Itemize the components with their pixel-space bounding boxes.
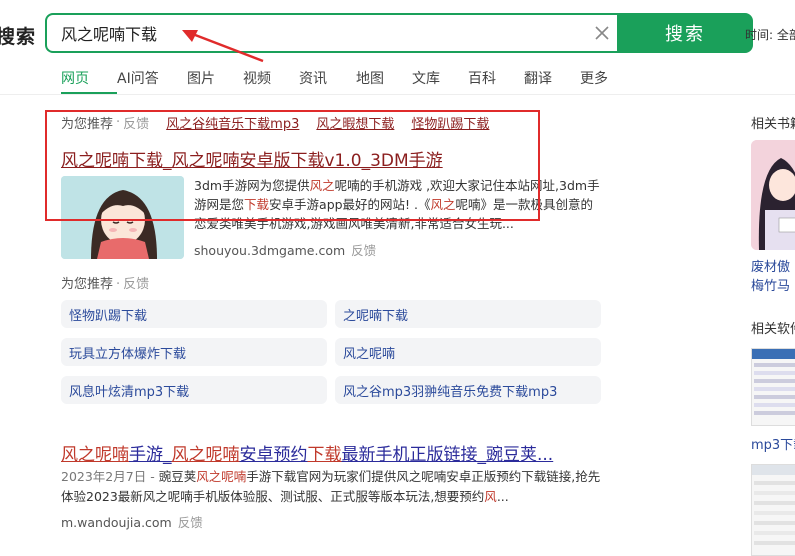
time-filter[interactable]: 时间: 全部 [745, 26, 795, 43]
recommend-link-2[interactable]: 风之暇想下载 [316, 113, 394, 132]
recommend-chip[interactable]: 风息叶炫清mp3下载 [61, 376, 327, 404]
result-1-source: shouyou.3dmgame.com 反馈 [194, 240, 376, 259]
tab-more[interactable]: 更多 [580, 68, 620, 88]
recommend-label: 为您推荐 [61, 117, 114, 132]
recommend-chip[interactable]: 风之呢喃 [335, 338, 601, 366]
side-software-link[interactable]: mp3下载 [751, 434, 795, 453]
tab-wenku[interactable]: 文库 [412, 68, 468, 88]
tab-video[interactable]: 视频 [243, 68, 299, 88]
software-screenshot-illustration [752, 349, 795, 415]
result-1-thumbnail[interactable] [61, 176, 184, 259]
tab-ai[interactable]: AI问答 [117, 68, 187, 88]
recommend-link-3[interactable]: 怪物趴踢下载 [411, 113, 489, 132]
separator-dash: - [146, 469, 159, 484]
recommend-chip[interactable]: 风之谷mp3羽翀纯音乐免费下载mp3 [335, 376, 601, 404]
tab-map[interactable]: 地图 [356, 68, 412, 88]
side-book-cover[interactable] [751, 140, 795, 250]
search-input[interactable] [61, 15, 581, 51]
snippet-highlight: 风之 [430, 197, 456, 212]
title-highlight: 下载 [307, 445, 342, 465]
title-text: 手游_ [129, 445, 172, 465]
tabs-divider [0, 94, 795, 95]
snippet-highlight: 风之呢喃 [196, 469, 247, 484]
tab-images[interactable]: 图片 [187, 68, 243, 88]
recommend-grid-label: 为您推荐 [61, 277, 114, 292]
recommend-chip[interactable]: 之呢喃下载 [335, 300, 601, 328]
recommend-chip[interactable]: 玩具立方体爆炸下载 [61, 338, 327, 366]
recommend-grid-feedback[interactable]: 反馈 [123, 277, 149, 292]
result-2-source: m.wandoujia.com 反馈 [61, 512, 203, 531]
result-2-feedback[interactable]: 反馈 [178, 515, 203, 530]
snippet-highlight: 风之 [309, 178, 335, 193]
software-screenshot-illustration [752, 465, 795, 545]
snippet-text: ... [496, 489, 509, 504]
result-1-feedback[interactable]: 反馈 [351, 243, 376, 258]
book-cover-illustration [751, 140, 795, 250]
recommend-feedback[interactable]: 反馈 [123, 113, 149, 132]
search-button[interactable]: 搜索 [617, 13, 753, 53]
tab-news[interactable]: 资讯 [299, 68, 356, 88]
result-1-snippet: 3dm手游网为您提供风之呢喃的手机游戏 ,欢迎大家记住本站网址,3dm手游网是您… [194, 176, 604, 233]
title-text: 最新手机正版链接_豌豆荚... [341, 445, 554, 465]
recommend-grid: 怪物趴踢下载 之呢喃下载 玩具立方体爆炸下载 风之呢喃 风息叶炫清mp3下载 风… [61, 300, 601, 404]
snippet-text: 安卓手游app最好的网站! .《 [269, 197, 431, 212]
side-section-books-title: 相关书籍 [751, 117, 795, 132]
clear-icon[interactable] [593, 24, 611, 42]
result-1-title[interactable]: 风之呢喃下载_风之呢喃安卓版下载v1.0_3DM手游 [61, 146, 443, 171]
result-2-domain[interactable]: m.wandoujia.com [61, 515, 172, 530]
snippet-highlight: 下载 [244, 197, 270, 212]
snippet-highlight: 风 [484, 489, 497, 504]
recommend-row: 为您推荐 · 反馈 风之谷纯音乐下载mp3 风之暇想下载 怪物趴踢下载 [61, 113, 489, 132]
title-highlight: 风之呢喃 [171, 445, 240, 465]
snippet-text: 3dm手游网为您提供 [194, 178, 310, 193]
side-section-software-title: 相关软件 [751, 322, 795, 337]
separator-dot: · [116, 115, 121, 130]
side-software-screenshot[interactable] [751, 348, 795, 426]
result-2-date: 2023年2月7日 [61, 469, 147, 484]
title-highlight: 风之呢喃 [61, 445, 129, 465]
separator-dot: · [116, 277, 121, 292]
recommend-link-1[interactable]: 风之谷纯音乐下载mp3 [166, 113, 299, 132]
side-software-screenshot-2[interactable] [751, 464, 795, 556]
search-box[interactable] [45, 13, 625, 53]
result-2-title[interactable]: 风之呢喃手游_风之呢喃安卓预约下载最新手机正版链接_豌豆荚... [61, 440, 596, 465]
tab-web[interactable]: 网页 [61, 68, 117, 94]
result-1-domain[interactable]: shouyou.3dmgame.com [194, 243, 345, 258]
side-book-link-line: 梅竹马 [751, 279, 791, 294]
nav-tabs: 网页 AI问答 图片 视频 资讯 地图 文库 百科 翻译 更多 [61, 68, 620, 94]
title-text: 安卓预约 [239, 445, 308, 465]
side-book-link[interactable]: 废材傲 梅竹马 [751, 258, 790, 296]
result-2-snippet: 2023年2月7日 - 豌豆荚风之呢喃手游下载官网为玩家们提供风之呢喃安卓正版预… [61, 467, 606, 507]
tab-baike[interactable]: 百科 [468, 68, 524, 88]
recommend-grid-header: 为您推荐 · 反馈 [61, 273, 149, 292]
logo: 搜索 [0, 26, 37, 48]
game-art-illustration [61, 176, 184, 259]
recommend-chip[interactable]: 怪物趴踢下载 [61, 300, 327, 328]
side-book-link-line: 废材傲 [751, 260, 791, 275]
snippet-text: 豌豆荚 [158, 469, 197, 484]
tab-translate[interactable]: 翻译 [524, 68, 580, 88]
